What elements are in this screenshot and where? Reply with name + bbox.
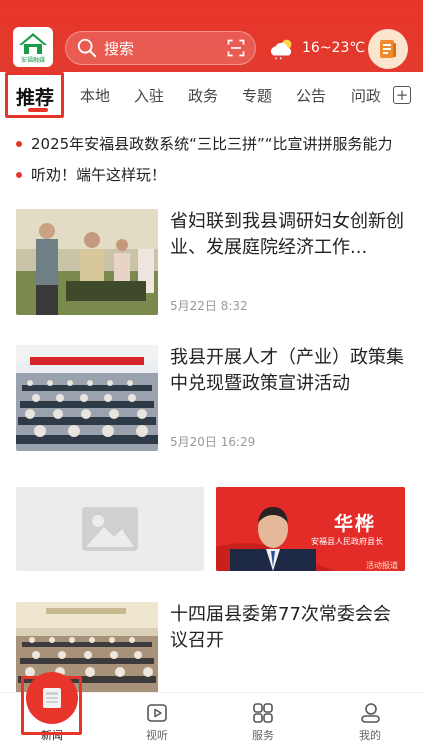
headline-item[interactable]: 听劝！端午这样玩！ xyxy=(16,164,166,185)
user-book-icon xyxy=(380,40,396,58)
active-tab-underline xyxy=(28,108,48,112)
user-center-button[interactable] xyxy=(368,29,408,69)
tab-recommend[interactable]: 推荐 xyxy=(16,83,54,110)
bullet-dot-icon xyxy=(16,171,22,178)
news-title: 十四届县委第77次常委会会议召开 xyxy=(170,604,391,651)
tab-notices[interactable]: 公告 xyxy=(296,85,326,106)
news-title: 省妇联到我县调研妇女创新创业、发展庭院经济工作... xyxy=(170,211,404,258)
search-placeholder: 搜索 xyxy=(104,39,135,58)
news-item[interactable]: 我县开展人才（产业）政策集中兑现暨政策宣讲活动 5月20日 16:29 xyxy=(16,345,411,455)
headline-ticker: 2025年安福县政数系统“三比三拼”“比宣讲拼服务能力 听劝！端午这样玩！ xyxy=(0,120,423,200)
search-bar[interactable]: 搜索 xyxy=(65,31,256,65)
banner-row: 华桦 安福县人民政府县长 活动报道集 xyxy=(0,480,423,580)
news-thumbnail xyxy=(16,209,158,315)
tab-topics[interactable]: 专题 xyxy=(242,85,272,106)
grid-icon xyxy=(253,703,273,723)
leader-portrait xyxy=(216,487,405,571)
nav-label: 服务 xyxy=(252,729,274,742)
headline-text: 听劝！端午这样玩！ xyxy=(31,166,167,184)
headline-text: 2025年安福县政数系统“三比三拼”“比宣讲拼服务能力 xyxy=(31,135,393,153)
channel-tabs: 推荐 本地 入驻 政务 专题 公告 问政 + xyxy=(0,72,423,120)
logo-text: 安福融媒 xyxy=(21,56,45,64)
active-nav-highlight xyxy=(21,676,82,735)
play-icon xyxy=(147,704,167,722)
news-thumbnail xyxy=(16,345,158,451)
news-date: 5月20日 16:29 xyxy=(170,435,256,449)
leader-banner[interactable]: 华桦 安福县人民政府县长 活动报道集 xyxy=(216,487,405,571)
tab-local[interactable]: 本地 xyxy=(80,85,110,106)
image-placeholder-icon xyxy=(82,507,138,551)
banner-tag: 活动报道集 xyxy=(366,561,398,570)
tab-settled[interactable]: 入驻 xyxy=(134,85,164,106)
headline-item[interactable]: 2025年安福县政数系统“三比三拼”“比宣讲拼服务能力 xyxy=(16,133,393,154)
cloud-sun-icon xyxy=(270,39,292,60)
nav-label: 我的 xyxy=(359,729,381,742)
weather-widget[interactable]: 16~23℃ xyxy=(268,36,365,60)
nav-label: 视听 xyxy=(146,729,168,742)
app-logo[interactable]: 安福融媒 xyxy=(13,27,53,67)
tab-government[interactable]: 政务 xyxy=(188,85,218,106)
weather-temperature: 16~23℃ xyxy=(302,40,366,56)
nav-services[interactable]: 服务 xyxy=(223,693,303,744)
news-date: 5月22日 8:32 xyxy=(170,299,248,313)
banner-name: 华桦 xyxy=(334,513,377,535)
add-channel-icon[interactable]: + xyxy=(393,86,411,104)
nav-video[interactable]: 视听 xyxy=(117,693,197,744)
person-icon xyxy=(361,703,380,723)
app-header: 安福融媒 搜索 16~23℃ xyxy=(0,0,423,72)
bullet-dot-icon xyxy=(16,140,22,147)
logo-graphic: 安福融媒 xyxy=(19,33,47,64)
scan-icon[interactable] xyxy=(226,38,246,58)
news-item[interactable]: 省妇联到我县调研妇女创新创业、发展庭院经济工作... 5月22日 8:32 xyxy=(16,209,411,319)
nav-profile[interactable]: 我的 xyxy=(330,693,410,744)
banner-placeholder[interactable] xyxy=(16,487,204,571)
banner-subtitle: 安福县人民政府县长 xyxy=(311,537,383,546)
news-title: 我县开展人才（产业）政策集中兑现暨政策宣讲活动 xyxy=(170,347,404,394)
search-icon xyxy=(77,38,97,58)
